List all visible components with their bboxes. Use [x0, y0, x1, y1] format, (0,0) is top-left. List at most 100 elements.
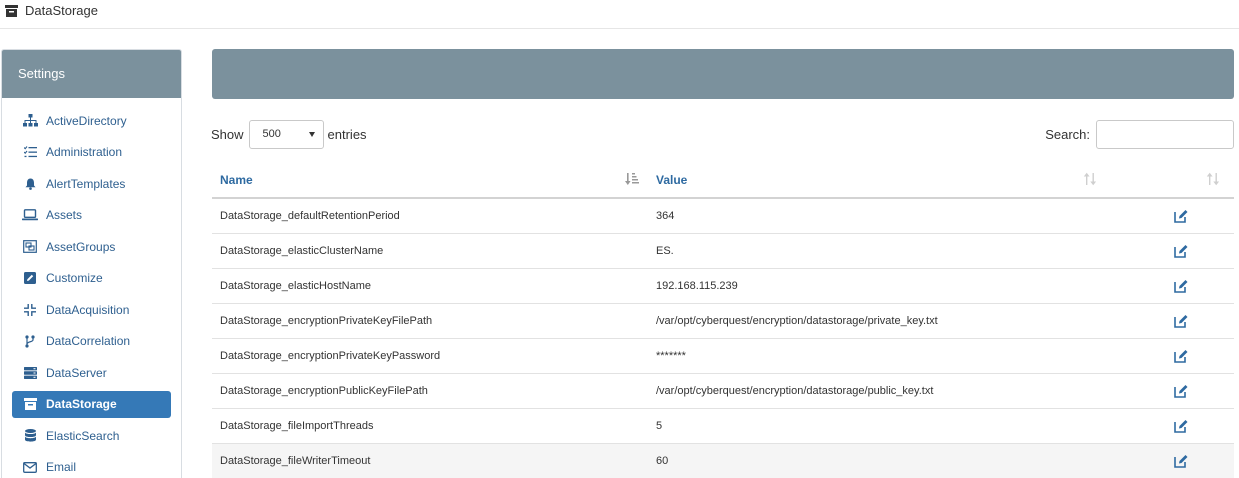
sort-ascending-icon: [625, 173, 639, 185]
row-name: DataStorage_encryptionPublicKeyFilePath: [212, 373, 648, 409]
entries-select-value: 500: [262, 127, 281, 140]
row-actions: [1148, 233, 1234, 269]
sort-icon: [1206, 172, 1220, 186]
row-name: DataStorage_fileImportThreads: [212, 408, 648, 444]
edit-icon[interactable]: [1174, 279, 1188, 293]
sidebar-item-assets[interactable]: Assets: [12, 202, 171, 229]
object-group-icon: [22, 240, 38, 254]
top-bar: DataStorage: [0, 0, 1239, 29]
search-label: Search:: [1045, 126, 1090, 142]
column-header-label: Value: [656, 172, 688, 187]
sidebar-item-assetgroups[interactable]: AssetGroups: [12, 233, 171, 260]
column-header-actions[interactable]: [1148, 162, 1234, 199]
sidebar-item-customize[interactable]: Customize: [12, 265, 171, 292]
page-title: DataStorage: [25, 3, 98, 18]
bell-icon: [22, 177, 38, 191]
row-value: 364: [648, 198, 1148, 234]
row-actions: [1148, 268, 1234, 304]
show-entries-control: Show 500 entries: [211, 119, 367, 149]
sidebar-item-datastorage[interactable]: DataStorage: [12, 390, 171, 418]
chevron-down-icon: [308, 131, 315, 137]
sidebar-menu: ActiveDirectory Administration AlertTemp…: [2, 98, 181, 478]
sidebar-item-label: Assets: [46, 208, 83, 222]
database-icon: [22, 429, 38, 443]
edit-icon[interactable]: [1174, 314, 1188, 328]
row-value: 60: [648, 443, 1148, 478]
sidebar-item-elasticsearch[interactable]: ElasticSearch: [12, 422, 171, 449]
sidebar-item-label: Email: [46, 460, 77, 474]
row-value: /var/opt/cyberquest/encryption/datastora…: [648, 303, 1148, 339]
sitemap-icon: [22, 114, 38, 128]
code-fork-icon: [22, 334, 38, 348]
row-actions: [1148, 443, 1234, 478]
show-label: Show: [211, 126, 244, 142]
row-actions: [1148, 198, 1234, 234]
entries-label: entries: [327, 126, 367, 142]
sidebar-item-label: DataStorage: [46, 397, 117, 411]
row-value: ES.: [648, 233, 1148, 269]
sidebar-item-label: DataAcquisition: [46, 302, 130, 317]
column-header-label: Name: [220, 172, 253, 187]
sidebar-item-administration[interactable]: Administration: [12, 139, 171, 166]
sidebar-item-label: ActiveDirectory: [46, 113, 127, 128]
row-name: DataStorage_fileWriterTimeout: [212, 443, 648, 478]
row-actions: [1148, 373, 1234, 409]
server-icon: [22, 366, 38, 380]
sidebar-item-activedirectory[interactable]: ActiveDirectory: [12, 107, 171, 134]
sidebar-item-alerttemplates[interactable]: AlertTemplates: [12, 170, 171, 197]
edit-icon[interactable]: [1174, 419, 1188, 433]
archive-icon: [5, 5, 18, 17]
row-value: *******: [648, 338, 1148, 374]
sidebar-item-dataserver[interactable]: DataServer: [12, 359, 171, 386]
edit-square-icon: [22, 271, 38, 285]
table-header-row: Name Value: [212, 162, 1234, 199]
panel-header: [212, 49, 1234, 99]
laptop-icon: [22, 208, 38, 222]
edit-icon[interactable]: [1174, 209, 1188, 223]
sidebar-header: Settings: [2, 50, 181, 98]
row-name: DataStorage_encryptionPrivateKeyPassword: [212, 338, 648, 374]
table-row: DataStorage_defaultRetentionPeriod 364: [212, 198, 1234, 234]
row-actions: [1148, 338, 1234, 374]
sidebar-item-email[interactable]: Email: [12, 454, 171, 478]
search-control: Search:: [1045, 119, 1234, 149]
edit-icon[interactable]: [1174, 349, 1188, 363]
table-row: DataStorage_fileWriterTimeout 60: [212, 443, 1234, 478]
table-row: DataStorage_encryptionPrivateKeyFilePath…: [212, 303, 1234, 339]
envelope-icon: [22, 460, 38, 474]
row-name: DataStorage_elasticHostName: [212, 268, 648, 304]
table-row: DataStorage_elasticClusterName ES.: [212, 233, 1234, 269]
archive-icon: [22, 397, 38, 411]
table-row: DataStorage_encryptionPublicKeyFilePath …: [212, 373, 1234, 409]
sidebar-item-label: ElasticSearch: [46, 428, 120, 443]
edit-icon[interactable]: [1174, 244, 1188, 258]
sidebar-item-label: Customize: [46, 271, 103, 285]
column-header-value[interactable]: Value: [648, 162, 1148, 199]
sidebar-item-dataacquisition[interactable]: DataAcquisition: [12, 296, 171, 323]
row-value: /var/opt/cyberquest/encryption/datastora…: [648, 373, 1148, 409]
row-actions: [1148, 303, 1234, 339]
sidebar-item-label: Administration: [46, 145, 123, 159]
row-name: DataStorage_encryptionPrivateKeyFilePath: [212, 303, 648, 339]
edit-icon[interactable]: [1174, 384, 1188, 398]
column-header-name[interactable]: Name: [212, 162, 648, 199]
sidebar-item-label: AssetGroups: [46, 239, 116, 254]
row-value: 5: [648, 408, 1148, 444]
row-name: DataStorage_defaultRetentionPeriod: [212, 198, 648, 234]
row-value: 192.168.115.239: [648, 268, 1148, 304]
settings-table: Name Value DataStorage_defaultRetentionP…: [212, 162, 1234, 478]
entries-select[interactable]: 500: [248, 119, 324, 149]
table-row: DataStorage_elasticHostName 192.168.115.…: [212, 268, 1234, 304]
edit-icon[interactable]: [1174, 454, 1188, 468]
sort-icon: [1083, 172, 1097, 186]
table-row: DataStorage_encryptionPrivateKeyPassword…: [212, 338, 1234, 374]
sidebar-item-label: DataCorrelation: [46, 334, 131, 348]
search-input[interactable]: [1096, 119, 1234, 149]
settings-sidebar: Settings ActiveDirectory Administration …: [1, 49, 182, 478]
row-name: DataStorage_elasticClusterName: [212, 233, 648, 269]
sidebar-item-datacorrelation[interactable]: DataCorrelation: [12, 328, 171, 355]
sidebar-item-label: AlertTemplates: [46, 176, 126, 191]
row-actions: [1148, 408, 1234, 444]
table-row: DataStorage_fileImportThreads 5: [212, 408, 1234, 444]
tasks-icon: [22, 145, 38, 159]
